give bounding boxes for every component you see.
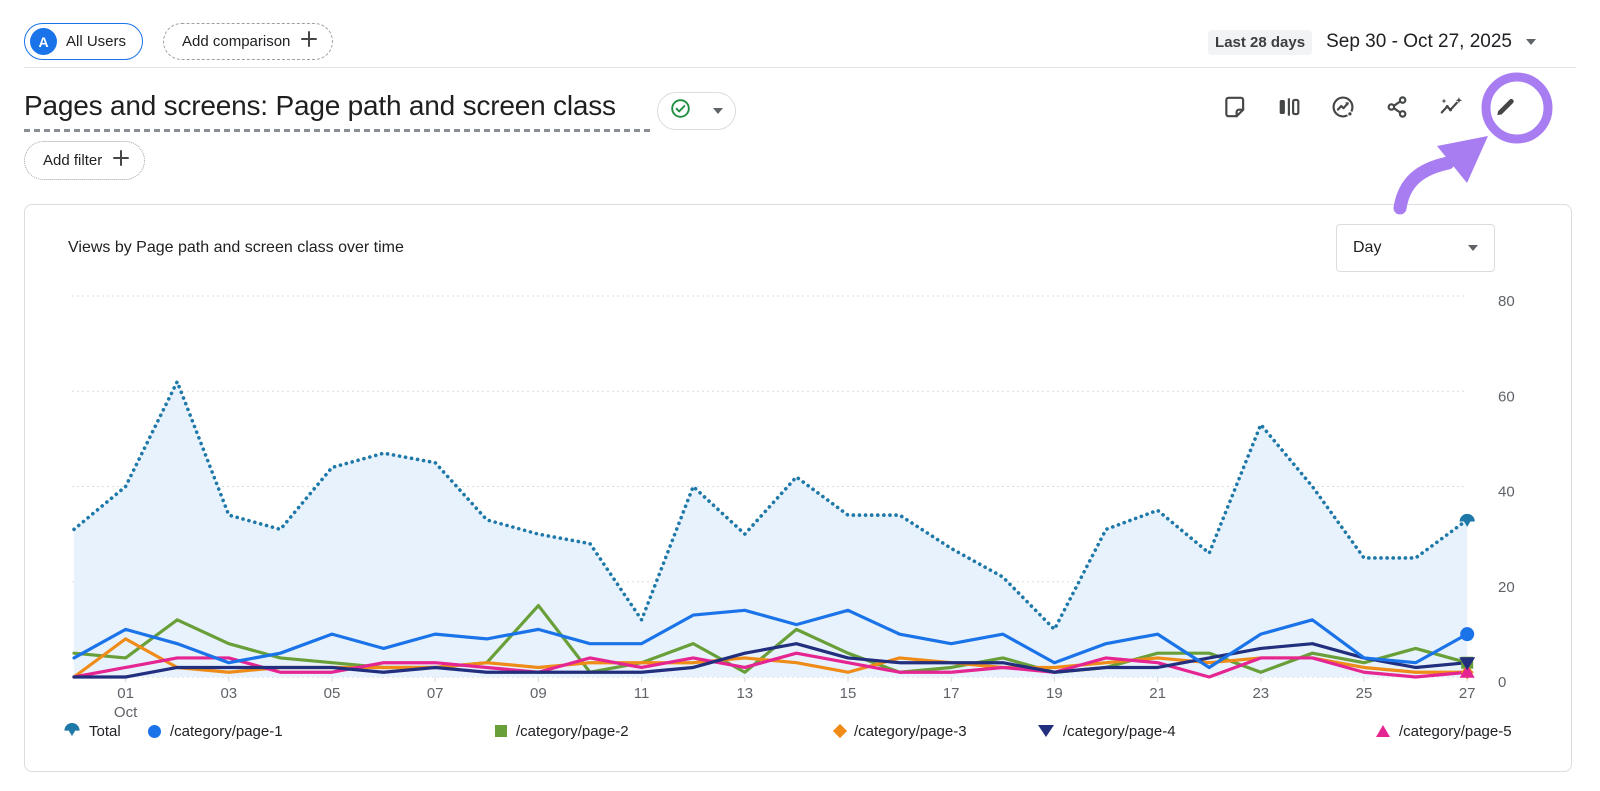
x-tick-label: 09 (530, 685, 547, 702)
legend-item-page-1[interactable]: /category/page-1 (148, 716, 283, 746)
legend-item-page-5[interactable]: /category/page-5 (1376, 716, 1512, 746)
legend-item-page-2[interactable]: /category/page-2 (495, 716, 629, 746)
x-tick-label: 11 (634, 685, 650, 702)
legend-label: /category/page-4 (1063, 722, 1176, 740)
total-legend-marker (64, 721, 80, 742)
x-tick-label: 03 (220, 685, 237, 702)
y-tick-label: 20 (1498, 579, 1515, 596)
legend-item-total[interactable]: Total (64, 716, 121, 746)
x-tick-label: 27 (1459, 685, 1476, 702)
chart-legend: Total /category/page-1 /category/page-2 … (24, 716, 1514, 746)
legend-label: /category/page-2 (516, 722, 629, 740)
y-tick-label: 0 (1498, 674, 1506, 691)
page-4-legend-marker (1038, 725, 1054, 737)
page-2-legend-marker (495, 725, 507, 737)
views-over-time-chart: 02040608001Oct03 05 07 09 11 13 15 17 19 21 23 25 27 (72, 293, 1515, 721)
page: A All Users Add comparison Last 28 days … (0, 0, 1600, 791)
x-tick-label: 01 (117, 685, 134, 702)
legend-item-page-4[interactable]: /category/page-4 (1038, 716, 1176, 746)
y-tick-label: 80 (1498, 293, 1515, 310)
x-tick-label: 17 (943, 685, 960, 702)
x-tick-label: 23 (1252, 685, 1269, 702)
legend-item-page-3[interactable]: /category/page-3 (832, 716, 967, 746)
x-tick-label: 05 (324, 685, 341, 702)
total-area-fill (74, 381, 1468, 677)
x-tick-label: 19 (1046, 685, 1063, 702)
x-tick-label: 25 (1356, 685, 1373, 702)
series-endpoint-marker-1 (1460, 627, 1475, 642)
x-tick-label: 21 (1149, 685, 1166, 702)
legend-label: Total (89, 722, 121, 740)
legend-label: /category/page-1 (170, 722, 283, 740)
page-1-legend-marker (148, 724, 161, 738)
y-tick-label: 40 (1498, 484, 1515, 501)
x-tick-label: 15 (840, 685, 857, 702)
legend-label: /category/page-3 (854, 722, 967, 740)
page-3-legend-marker (832, 723, 848, 739)
x-tick-label: 13 (736, 685, 753, 702)
legend-label: /category/page-5 (1399, 722, 1512, 740)
y-tick-label: 60 (1498, 388, 1515, 405)
x-tick-label: 07 (427, 685, 444, 702)
page-5-legend-marker (1376, 725, 1390, 737)
